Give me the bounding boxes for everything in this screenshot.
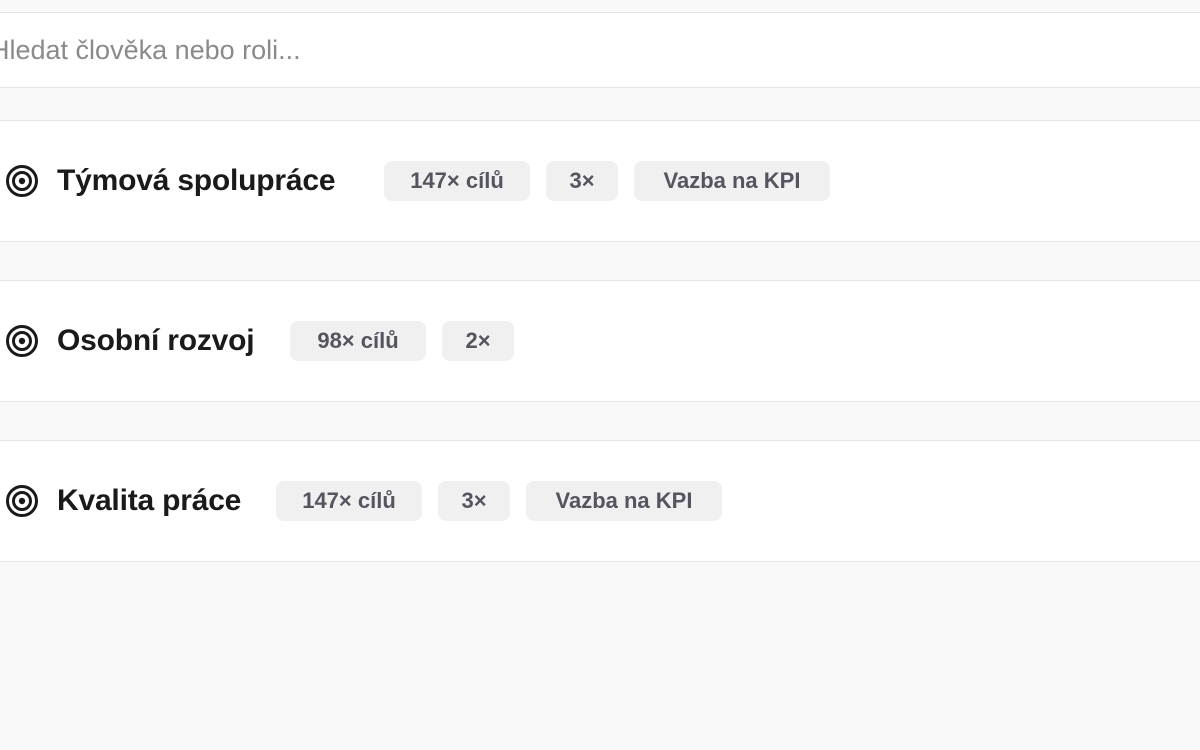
search-input[interactable] — [0, 13, 1180, 87]
goal-count-badge: 147× cílů — [384, 161, 530, 201]
goal-count-badge: 147× cílů — [276, 481, 422, 521]
target-icon — [6, 165, 38, 197]
goal-card[interactable]: Osobní rozvoj 98× cílů 2× — [0, 280, 1200, 402]
multiplier-badge: 3× — [546, 161, 618, 201]
kpi-link-badge: Vazba na KPI — [526, 481, 722, 521]
search-bar — [0, 12, 1200, 88]
goal-card[interactable]: Kvalita práce 147× cílů 3× Vazba na KPI — [0, 440, 1200, 562]
goal-count-badge: 98× cílů — [290, 321, 426, 361]
target-icon — [6, 485, 38, 517]
multiplier-badge: 3× — [438, 481, 510, 521]
multiplier-badge: 2× — [442, 321, 514, 361]
goal-card[interactable]: Týmová spolupráce 147× cílů 3× Vazba na … — [0, 120, 1200, 242]
goal-title: Osobní rozvoj — [57, 324, 255, 357]
target-icon — [6, 325, 38, 357]
goal-title: Kvalita práce — [57, 484, 242, 517]
kpi-link-badge: Vazba na KPI — [634, 161, 830, 201]
goal-title: Týmová spolupráce — [57, 164, 336, 197]
